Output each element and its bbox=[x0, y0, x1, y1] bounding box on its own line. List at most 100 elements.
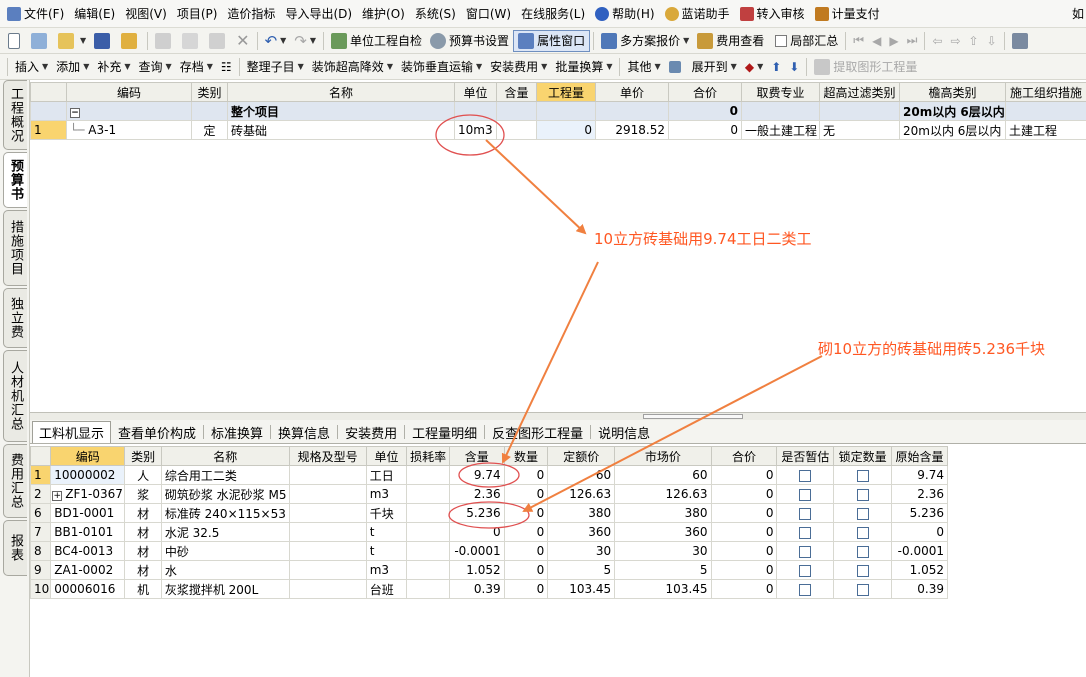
move-up-row-button[interactable]: ⬆ bbox=[767, 56, 785, 78]
unit-check-button[interactable]: 单位工程自检 bbox=[327, 30, 426, 52]
tab-independent-fee[interactable]: 独立费 bbox=[3, 288, 27, 348]
next-button[interactable]: ▶ bbox=[885, 30, 902, 52]
column-header[interactable]: 原始含量 bbox=[891, 446, 948, 466]
estimate-checkbox[interactable] bbox=[799, 583, 812, 596]
add-button[interactable]: 添加 ▼ bbox=[52, 56, 93, 78]
collapse-cell[interactable]: − bbox=[66, 101, 192, 121]
market-price-cell[interactable]: 380 bbox=[614, 503, 712, 523]
lock-qty-checkbox[interactable] bbox=[856, 564, 869, 577]
estimate-cell[interactable] bbox=[776, 560, 835, 580]
storage-button[interactable]: 存档 ▼ bbox=[176, 56, 217, 78]
content-cell[interactable]: 1.052 bbox=[448, 560, 505, 580]
market-price-cell[interactable]: 30 bbox=[614, 541, 712, 561]
menu-window[interactable]: 窗口(W) bbox=[461, 3, 516, 25]
spec-cell[interactable] bbox=[288, 541, 367, 561]
row-number[interactable]: 7 bbox=[29, 522, 52, 542]
code-cell[interactable]: ZA1-0002 bbox=[50, 560, 126, 580]
column-header[interactable]: 市场价 bbox=[614, 446, 712, 466]
query-button[interactable]: 查询 ▼ bbox=[135, 56, 176, 78]
unit-cell[interactable]: 台班 bbox=[365, 579, 408, 599]
code-cell[interactable]: BD1-0001 bbox=[50, 503, 126, 523]
name-cell[interactable]: 中砂 bbox=[160, 541, 290, 561]
move-left-button[interactable]: ⇦ bbox=[928, 30, 946, 52]
table-row[interactable]: 7 BB1-0101 材水泥 32.5 t 0 0 360 360 0 0 bbox=[29, 522, 948, 542]
loss-rate-cell[interactable] bbox=[406, 465, 450, 485]
unit-cell[interactable]: 千块 bbox=[365, 503, 408, 523]
column-header[interactable]: 单位 bbox=[454, 82, 497, 102]
tab-measures[interactable]: 措施项目 bbox=[3, 210, 27, 286]
estimate-checkbox[interactable] bbox=[799, 526, 812, 539]
estimate-cell[interactable] bbox=[776, 465, 835, 485]
estimate-checkbox[interactable] bbox=[799, 488, 812, 501]
expand-button[interactable]: 展开到 ▼ bbox=[688, 56, 741, 78]
extract-quantity-button[interactable]: 提取图形工程量 bbox=[810, 56, 921, 78]
quota-price-cell[interactable]: 126.63 bbox=[547, 484, 616, 504]
unit-cell[interactable]: t bbox=[365, 522, 408, 542]
last-button[interactable]: ⏭ bbox=[903, 30, 922, 52]
find-button[interactable]: ☷ bbox=[217, 56, 236, 78]
menu-help[interactable]: 帮助(H) bbox=[590, 3, 659, 25]
fee-view-button[interactable]: 费用查看 bbox=[693, 30, 768, 52]
qty-cell[interactable]: 0 bbox=[503, 522, 549, 542]
qty-cell[interactable]: 0 bbox=[503, 560, 549, 580]
quota-price-cell[interactable]: 5 bbox=[547, 560, 616, 580]
move-right-button[interactable]: ⇨ bbox=[946, 30, 964, 52]
type-cell[interactable]: 定 bbox=[191, 120, 228, 140]
supplement-button[interactable]: 补充 ▼ bbox=[93, 56, 134, 78]
table-row[interactable]: 6 BD1-0001 材标准砖 240×115×53 千块 5.236 0 380 380 0 5… bbox=[29, 503, 948, 523]
name-cell[interactable]: 水泥 32.5 bbox=[160, 522, 290, 542]
market-price-cell[interactable]: 126.63 bbox=[614, 484, 712, 504]
tab-resource-display[interactable]: 工料机显示 bbox=[32, 421, 112, 443]
menu-online-service[interactable]: 在线服务(L) bbox=[516, 3, 590, 25]
estimate-cell[interactable] bbox=[776, 522, 835, 542]
market-price-cell[interactable]: 60 bbox=[614, 465, 712, 485]
row-number[interactable]: 9 bbox=[29, 560, 52, 580]
tab-unit-price-breakdown[interactable]: 查看单价构成 bbox=[111, 421, 203, 443]
column-header[interactable]: 名称 bbox=[227, 82, 455, 102]
code-cell[interactable]: BC4-0013 bbox=[50, 541, 126, 561]
code-cell[interactable]: BB1-0101 bbox=[50, 522, 126, 542]
splitter-grip[interactable] bbox=[643, 414, 743, 419]
orig-content-cell[interactable]: 1.052 bbox=[891, 560, 948, 580]
qty-cell[interactable]: 0 bbox=[503, 541, 549, 561]
quota-price-cell[interactable]: 103.45 bbox=[547, 579, 616, 599]
estimate-checkbox[interactable] bbox=[799, 469, 812, 482]
orig-content-cell[interactable]: -0.0001 bbox=[891, 541, 948, 561]
menu-audit[interactable]: 转入审核 bbox=[735, 3, 810, 25]
column-header[interactable]: 编码 bbox=[66, 82, 192, 102]
spec-cell[interactable] bbox=[288, 484, 367, 504]
new-button[interactable] bbox=[4, 30, 27, 52]
save-all-button[interactable] bbox=[117, 30, 144, 52]
estimate-checkbox[interactable] bbox=[799, 507, 812, 520]
row-number[interactable]: 6 bbox=[29, 503, 52, 523]
lock-qty-cell[interactable] bbox=[833, 541, 893, 561]
tab-quantity-detail[interactable]: 工程量明细 bbox=[405, 421, 484, 443]
orig-content-cell[interactable]: 0.39 bbox=[891, 579, 948, 599]
estimate-checkbox[interactable] bbox=[799, 564, 812, 577]
collapse-icon[interactable]: − bbox=[70, 108, 80, 118]
column-header[interactable]: 单价 bbox=[595, 82, 669, 102]
column-header[interactable]: 合价 bbox=[710, 446, 778, 466]
column-header[interactable]: 单位 bbox=[365, 446, 408, 466]
cut-button[interactable] bbox=[151, 30, 178, 52]
lock-qty-cell[interactable] bbox=[833, 522, 893, 542]
multi-quote-button[interactable]: 多方案报价 ▼ bbox=[597, 30, 693, 52]
type-cell[interactable]: 浆 bbox=[124, 484, 162, 504]
batch-convert-button[interactable]: 批量换算 ▼ bbox=[551, 56, 616, 78]
name-cell[interactable]: 综合用工二类 bbox=[160, 465, 290, 485]
tab-install-fee[interactable]: 安装费用 bbox=[338, 421, 404, 443]
tab-fee-summary[interactable]: 费用汇总 bbox=[3, 444, 27, 518]
lock-qty-cell[interactable] bbox=[833, 465, 893, 485]
other-button[interactable]: 其他 ▼ bbox=[623, 56, 664, 78]
partial-summary-toggle[interactable]: 局部汇总 bbox=[768, 30, 842, 52]
column-header[interactable]: 含量 bbox=[448, 446, 505, 466]
menu-cost-index[interactable]: 造价指标 bbox=[222, 3, 280, 25]
loss-rate-cell[interactable] bbox=[406, 484, 450, 504]
code-cell[interactable]: + ZF1-0367 bbox=[50, 484, 126, 504]
code-cell[interactable]: 10000002 bbox=[50, 465, 126, 485]
quota-price-cell[interactable]: 30 bbox=[547, 541, 616, 561]
column-header[interactable]: 合价 bbox=[668, 82, 742, 102]
row-number[interactable]: 1 bbox=[29, 465, 52, 485]
qty-cell[interactable]: 0 bbox=[503, 579, 549, 599]
column-header[interactable]: 檐高类别 bbox=[899, 82, 1006, 102]
